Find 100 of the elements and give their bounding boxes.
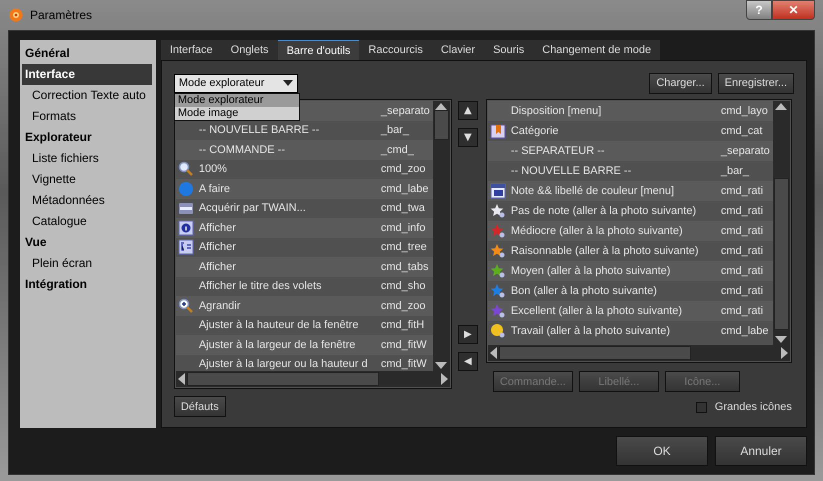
list-row[interactable]: Ajuster à la largeur de la fenêtre cmd_fitW (176, 335, 433, 354)
dot-icon (178, 180, 194, 197)
tab[interactable]: Onglets (222, 40, 278, 60)
list-row[interactable]: Note && libellé de couleur [menu] cmd_rati (488, 181, 773, 201)
command-id: cmd_rati (720, 205, 764, 217)
add-button[interactable]: ▶ (458, 325, 478, 344)
command-label: Moyen (aller à la photo suivante) (510, 265, 672, 277)
checkbox[interactable] (696, 402, 707, 412)
command-id: cmd_tree (380, 241, 428, 254)
zoom-in-icon (178, 298, 194, 314)
command-label: Afficher (198, 241, 237, 254)
info-icon (178, 220, 194, 236)
list-row[interactable]: -- SEPARATEUR -- _separato (488, 141, 773, 161)
window-title: Paramètres (30, 8, 92, 22)
list-row[interactable]: Agrandir cmd_zoo (176, 296, 433, 316)
move-down-button[interactable]: ▼ (458, 128, 478, 147)
command-id: cmd_labe (380, 182, 430, 195)
command-id: cmd_zoo (380, 163, 426, 176)
app-icon (8, 7, 24, 23)
tab[interactable]: Clavier (432, 40, 484, 60)
sidebar-item[interactable]: Interface (22, 64, 152, 85)
list-row[interactable]: A faire cmd_labe (176, 179, 433, 198)
command-label: Afficher (198, 222, 237, 234)
tab[interactable]: Barre d'outils (278, 40, 360, 60)
dropdown-option[interactable]: Mode explorateur (174, 94, 299, 106)
command-id: cmd_labe (720, 325, 770, 337)
command-label: Catégorie (510, 125, 560, 137)
command-id: _separato (720, 145, 771, 157)
sidebar-item[interactable]: Plein écran (22, 253, 152, 274)
command-label: Pas de note (aller à la photo suivante) (510, 205, 698, 217)
dropdown-option[interactable]: Mode image (174, 106, 299, 120)
bookmark-icon (490, 123, 506, 139)
command-label: Excellent (aller à la photo suivante) (510, 305, 684, 317)
list-row[interactable]: Disposition [menu] cmd_layo (488, 101, 773, 121)
dialog-button[interactable]: Annuler (715, 436, 807, 466)
command-label: Ajuster à la hauteur de la fenêtre (198, 319, 360, 332)
toolbar-button[interactable]: Enregistrer... (718, 72, 794, 94)
command-label: Note && libellé de couleur [menu] (510, 185, 676, 197)
scanner-icon (178, 200, 194, 216)
command-label: Afficher le titre des volets (198, 280, 323, 292)
command-id: cmd_fitW (380, 358, 428, 370)
sidebar-item[interactable]: Catalogue (22, 211, 152, 232)
sidebar-item[interactable]: Liste fichiers (22, 148, 152, 169)
command-label: Raisonnable (aller à la photo suivante) (510, 245, 700, 257)
sidebar-item[interactable]: Vignette (22, 169, 152, 190)
command-id: cmd_rati (720, 185, 764, 197)
command-id: cmd_tabs (380, 260, 430, 273)
mode-dropdown[interactable]: Mode explorateur (174, 74, 298, 92)
list-row[interactable]: Afficher cmd_info (176, 218, 433, 238)
command-label: -- SEPARATEUR -- (510, 145, 606, 157)
move-up-button[interactable]: ▲ (458, 101, 478, 120)
magnifier-icon (178, 161, 194, 178)
list-row[interactable]: Afficher cmd_tree (176, 238, 433, 257)
vertical-scrollbar[interactable] (772, 101, 790, 345)
command-id: cmd_rati (720, 245, 764, 257)
command-label: Acquérir par TWAIN... (198, 202, 307, 214)
list-row[interactable]: Moyen (aller à la photo suivante) cmd_rati (488, 261, 773, 281)
checkbox-label: Grandes icônes (714, 401, 792, 413)
list-row[interactable]: Médiocre (aller à la photo suivante) cmd_rati (488, 221, 773, 241)
defaults-button[interactable]: Défauts (174, 396, 226, 417)
remove-button[interactable]: ◀ (458, 352, 478, 371)
tab[interactable]: Changement de mode (533, 40, 660, 60)
label-icon (490, 323, 506, 339)
command-id: cmd_sho (380, 280, 426, 292)
list-row[interactable]: Afficher cmd_tabs (176, 257, 433, 276)
sidebar-item[interactable]: Métadonnées (22, 190, 152, 211)
command-label: 100% (198, 163, 228, 176)
command-label: Disposition [menu] (510, 105, 602, 117)
toolbar-button[interactable]: Charger... (649, 72, 712, 94)
horizontal-scrollbar[interactable] (176, 371, 450, 387)
command-label: A faire (198, 182, 232, 195)
sidebar-item[interactable]: Vue (22, 232, 152, 253)
command-id: _cmd_ (380, 144, 415, 156)
tab[interactable]: Souris (484, 40, 534, 60)
command-id: cmd_rati (720, 225, 764, 237)
command-label: -- COMMANDE -- (198, 144, 286, 156)
command-label: Afficher (198, 260, 237, 273)
sidebar-item[interactable]: Correction Texte auto (22, 85, 152, 106)
sidebar-item[interactable]: Intégration (22, 274, 152, 295)
dialog-button[interactable]: OK (616, 436, 708, 466)
horizontal-scrollbar[interactable] (488, 345, 790, 361)
sidebar-item[interactable]: Formats (22, 106, 152, 127)
list-row[interactable]: 100% cmd_zoo (176, 160, 433, 179)
sidebar-item[interactable]: Explorateur (22, 127, 152, 148)
command-label: Agrandir (198, 300, 242, 312)
command-id: cmd_fitH (380, 319, 426, 332)
command-id: cmd_rati (720, 285, 764, 297)
close-button[interactable]: ✕ (772, 0, 815, 20)
list-row[interactable]: Excellent (aller à la photo suivante) cmd_rati (488, 301, 773, 321)
tab[interactable]: Raccourcis (359, 40, 432, 60)
list-row[interactable]: -- COMMANDE -- _cmd_ (176, 140, 433, 160)
command-id: cmd_info (380, 222, 426, 234)
command-id: cmd_rati (720, 265, 764, 277)
vertical-scrollbar[interactable] (432, 101, 450, 371)
list-row[interactable]: Ajuster à la largeur ou la hauteur d cmd_fitW (176, 354, 433, 371)
tab[interactable]: Interface (160, 40, 222, 60)
command-label: Médiocre (aller à la photo suivante) (510, 225, 684, 237)
sidebar-item[interactable]: Général (22, 43, 152, 64)
command-id: _bar_ (720, 165, 750, 177)
command-id: cmd_fitW (380, 338, 428, 351)
